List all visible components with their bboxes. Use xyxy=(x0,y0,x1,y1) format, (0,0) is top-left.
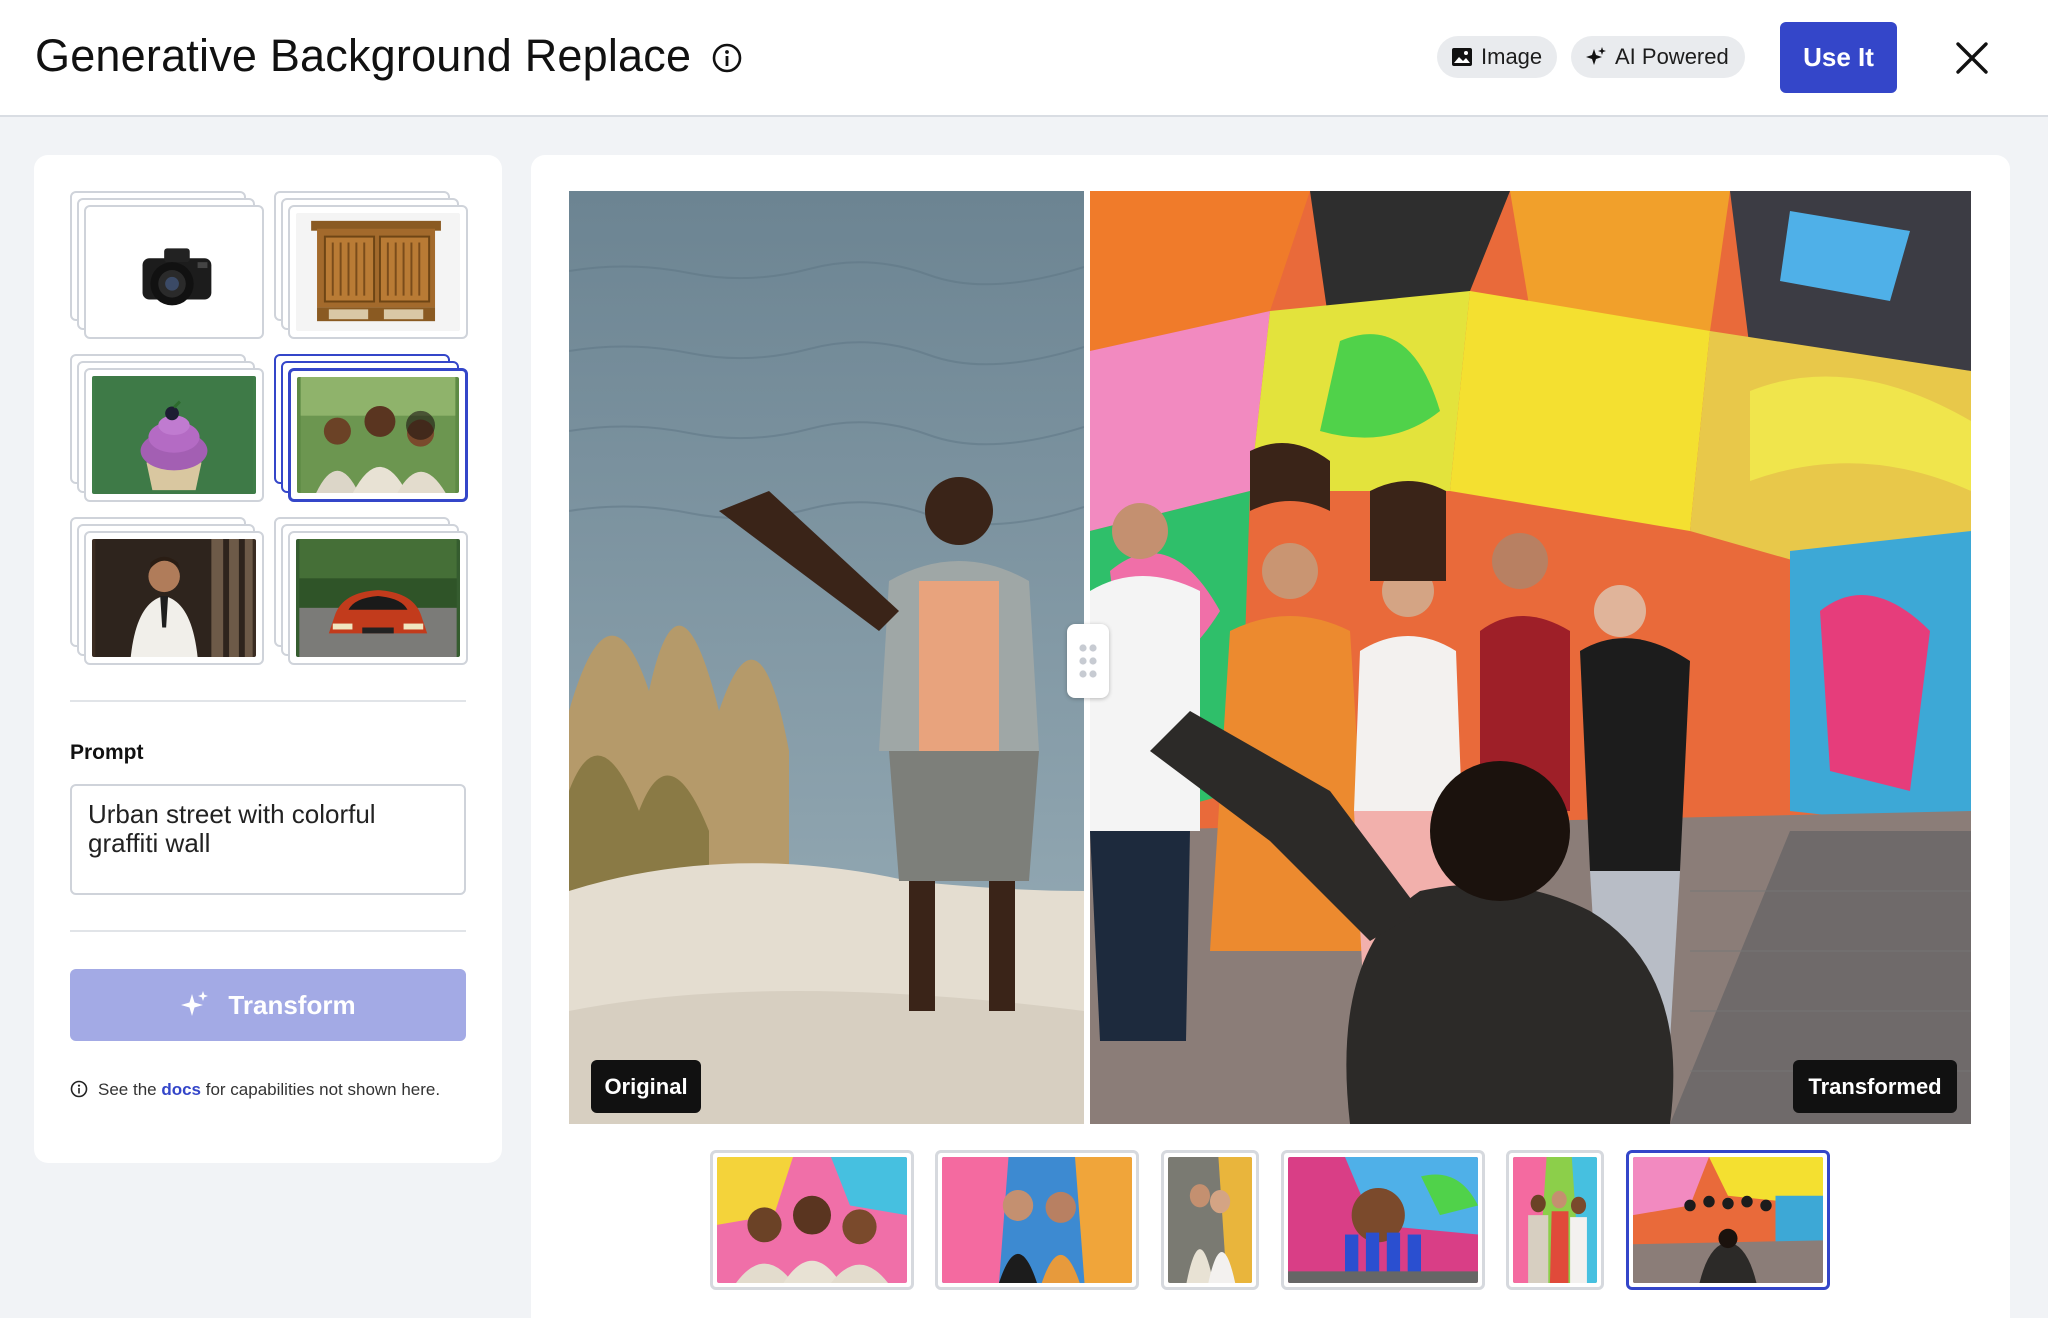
result-image-2 xyxy=(942,1157,1132,1283)
sample-thumbnail-man-in-suit[interactable] xyxy=(70,517,270,665)
result-thumbnail-5[interactable] xyxy=(1506,1150,1604,1290)
ai-powered-badge: AI Powered xyxy=(1571,36,1745,78)
result-thumbnail-1[interactable] xyxy=(710,1150,914,1290)
sample-thumbnail-camera[interactable] xyxy=(70,191,270,339)
use-it-button[interactable]: Use It xyxy=(1780,22,1897,93)
split-drag-handle[interactable] xyxy=(1067,624,1109,698)
image-icon xyxy=(1452,48,1472,66)
result-image-6 xyxy=(1633,1157,1823,1283)
transform-button[interactable]: Transform xyxy=(70,969,466,1041)
transformed-label: Transformed xyxy=(1793,1060,1957,1113)
result-thumbnail-2[interactable] xyxy=(935,1150,1139,1290)
result-thumbnail-4[interactable] xyxy=(1281,1150,1485,1290)
comparison-viewer[interactable]: Original Transformed xyxy=(569,191,1971,1124)
red-car-image xyxy=(296,539,460,657)
result-thumbnail-6[interactable] xyxy=(1626,1150,1830,1290)
image-badge-label: Image xyxy=(1481,44,1543,69)
divider xyxy=(70,700,466,702)
original-label: Original xyxy=(591,1060,701,1113)
sample-thumbnail-group-selfie[interactable] xyxy=(274,354,474,502)
drag-grip-icon xyxy=(1079,644,1097,678)
transform-button-label: Transform xyxy=(228,989,356,1020)
docs-link[interactable]: docs xyxy=(161,1080,201,1099)
cabinet-image xyxy=(296,213,460,331)
info-icon[interactable] xyxy=(711,42,743,74)
result-image-5 xyxy=(1513,1157,1597,1283)
result-image-1 xyxy=(717,1157,907,1283)
page-title: Generative Background Replace xyxy=(35,30,692,81)
prompt-input[interactable]: Urban street with colorful graffiti wall xyxy=(70,784,466,895)
close-icon[interactable] xyxy=(1952,38,1992,78)
ai-powered-label: AI Powered xyxy=(1615,44,1729,69)
group-selfie-image xyxy=(297,377,459,493)
info-icon xyxy=(70,1080,88,1098)
divider xyxy=(70,930,466,932)
sparkle-icon xyxy=(1586,47,1606,65)
docs-note-prefix: See the xyxy=(98,1080,162,1099)
camera-image xyxy=(92,213,256,331)
transformed-image xyxy=(1090,191,1971,1124)
sample-thumbnail-red-car[interactable] xyxy=(274,517,474,665)
result-image-4 xyxy=(1288,1157,1478,1283)
result-thumbnail-3[interactable] xyxy=(1161,1150,1259,1290)
cupcake-image xyxy=(92,376,256,494)
sample-thumbnail-cupcake[interactable] xyxy=(70,354,270,502)
sparkle-icon xyxy=(181,991,209,1016)
sample-thumbnail-cabinet[interactable] xyxy=(274,191,474,339)
header-bar: Generative Background Replace Image AI P… xyxy=(0,0,2048,117)
original-image xyxy=(569,191,1084,1124)
image-badge: Image xyxy=(1437,36,1557,78)
prompt-label: Prompt xyxy=(70,741,144,764)
sample-panel: Prompt Urban street with colorful graffi… xyxy=(34,155,502,1163)
man-in-suit-image xyxy=(92,539,256,657)
result-image-3 xyxy=(1168,1157,1252,1283)
preview-panel: Original Transformed xyxy=(531,155,2010,1318)
docs-note-suffix: for capabilities not shown here. xyxy=(201,1080,441,1099)
